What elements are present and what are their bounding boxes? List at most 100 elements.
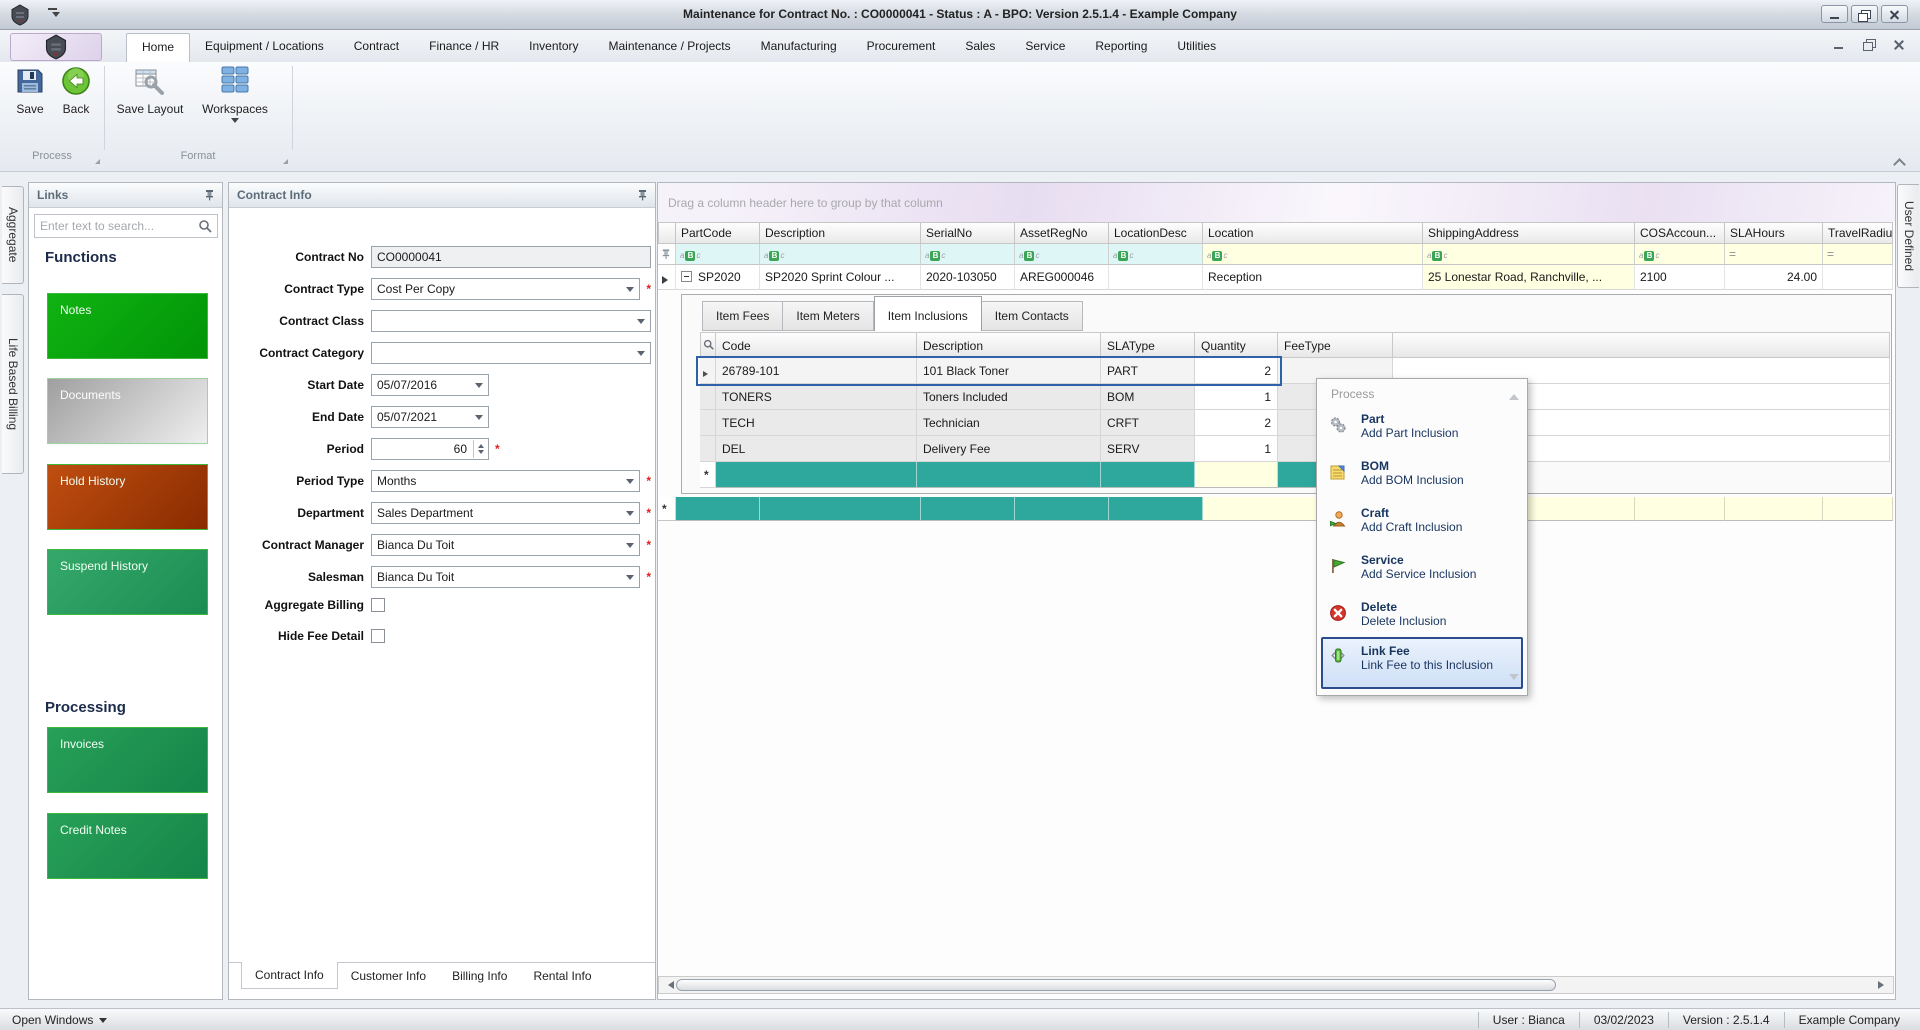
mdi-minimize-button[interactable]	[1832, 38, 1846, 52]
search-input[interactable]	[40, 218, 192, 234]
col-travelradius[interactable]: TravelRadiu	[1823, 222, 1893, 244]
dcell-slatype[interactable]: BOM	[1101, 384, 1195, 410]
search-icon[interactable]	[198, 219, 212, 236]
cell-travelradius[interactable]	[1823, 265, 1893, 290]
dcell-quantity[interactable]: 2	[1195, 410, 1278, 436]
menu-item-service[interactable]: Service Add Service Inclusion	[1323, 553, 1521, 597]
department-combo[interactable]: Sales Department	[371, 502, 640, 524]
dcell-description[interactable]: Technician	[917, 410, 1101, 436]
dcol-feetype[interactable]: FeeType	[1278, 332, 1393, 358]
invoices-button[interactable]: Invoices	[47, 727, 208, 793]
filter-location[interactable]: aBc	[1203, 244, 1423, 265]
horizontal-scrollbar[interactable]	[658, 976, 1894, 994]
cell-assetregno[interactable]: AREG000046	[1015, 265, 1109, 290]
ribbon-tab-contract[interactable]: Contract	[339, 33, 414, 62]
dcell-slatype[interactable]: CRFT	[1101, 410, 1195, 436]
new-dcell-description[interactable]	[917, 462, 1101, 488]
menu-item-part[interactable]: Part Add Part Inclusion	[1323, 412, 1521, 456]
cell-serialno[interactable]: 2020-103050	[921, 265, 1015, 290]
save-layout-button[interactable]: Save Layout	[110, 66, 190, 116]
dcell-code[interactable]: DEL	[716, 436, 917, 462]
save-button[interactable]: Save	[8, 66, 52, 116]
ribbon-tab-equipment-locations[interactable]: Equipment / Locations	[190, 33, 339, 62]
cell-partcode[interactable]: SP2020	[676, 265, 760, 290]
side-tab-user-defined[interactable]: User Defined	[1897, 184, 1919, 288]
end-date-picker[interactable]: 05/07/2021	[371, 406, 489, 428]
mdi-restore-button[interactable]	[1862, 38, 1876, 52]
application-menu-button[interactable]	[10, 33, 102, 61]
contract-category-combo[interactable]	[371, 342, 651, 364]
ribbon-tab-inventory[interactable]: Inventory	[514, 33, 593, 62]
minimize-button[interactable]	[1821, 5, 1848, 23]
filter-assetregno[interactable]: aBc	[1015, 244, 1109, 265]
dcell-code[interactable]: TECH	[716, 410, 917, 436]
tab-rental-info[interactable]: Rental Info	[520, 963, 604, 989]
period-stepper[interactable]: 60	[371, 438, 489, 460]
col-partcode[interactable]: PartCode	[676, 222, 760, 244]
cell-cosaccount[interactable]: 2100	[1635, 265, 1725, 290]
col-slahours[interactable]: SLAHours	[1725, 222, 1823, 244]
filter-cosaccount[interactable]: aBc	[1635, 244, 1725, 265]
restore-button[interactable]	[1851, 5, 1878, 23]
filter-travelradius[interactable]: =	[1823, 244, 1893, 265]
documents-button[interactable]: Documents	[47, 378, 208, 444]
menu-item-craft[interactable]: Craft Add Craft Inclusion	[1323, 506, 1521, 550]
dcell-quantity[interactable]: 1	[1195, 384, 1278, 410]
col-description[interactable]: Description	[760, 222, 921, 244]
cell-description[interactable]: SP2020 Sprint Colour ...	[760, 265, 921, 290]
open-windows-button[interactable]: Open Windows	[12, 1013, 107, 1027]
back-button[interactable]: Back	[54, 66, 98, 116]
dcell-code[interactable]: TONERS	[716, 384, 917, 410]
dcell-slatype[interactable]: PART	[1101, 358, 1195, 384]
suspend-history-button[interactable]: Suspend History	[47, 549, 208, 615]
hold-history-button[interactable]: Hold History	[47, 464, 208, 530]
dcell-quantity[interactable]: 1	[1195, 436, 1278, 462]
salesman-combo[interactable]: Bianca Du Toit	[371, 566, 640, 588]
scroll-right-icon[interactable]	[1878, 981, 1888, 989]
dcell-description[interactable]: 101 Black Toner	[917, 358, 1101, 384]
credit-notes-button[interactable]: Credit Notes	[47, 813, 208, 879]
outer-new-cell-description[interactable]	[760, 497, 921, 521]
filter-shippingaddress[interactable]: aBc	[1423, 244, 1635, 265]
dcol-code[interactable]: Code	[716, 332, 917, 358]
menu-item-bom[interactable]: BOM Add BOM Inclusion	[1323, 459, 1521, 503]
ribbon-tab-utilities[interactable]: Utilities	[1162, 33, 1231, 62]
cell-location[interactable]: Reception	[1203, 265, 1423, 290]
filter-slahours[interactable]: =	[1725, 244, 1823, 265]
outer-new-cell-travelradius[interactable]	[1823, 497, 1893, 521]
pin-icon[interactable]	[204, 189, 215, 204]
dcell-code[interactable]: 26789-101	[716, 358, 917, 384]
menu-scroll-up-icon[interactable]	[1509, 389, 1519, 400]
dcell-description[interactable]: Delivery Fee	[917, 436, 1101, 462]
contract-no-field[interactable]: CO0000041	[371, 246, 651, 268]
collapse-row-icon[interactable]	[681, 271, 692, 282]
menu-scroll-down-icon[interactable]	[1509, 674, 1519, 685]
outer-new-cell-slahours[interactable]	[1725, 497, 1823, 521]
scrollbar-thumb[interactable]	[676, 979, 1556, 991]
ribbon-tab-procurement[interactable]: Procurement	[852, 33, 951, 62]
filter-description[interactable]: aBc	[760, 244, 921, 265]
mdi-close-button[interactable]	[1892, 38, 1906, 52]
cell-shippingaddress[interactable]: 25 Lonestar Road, Ranchville, ...	[1423, 265, 1635, 290]
dcol-slatype[interactable]: SLAType	[1101, 332, 1195, 358]
outer-new-cell-assetregno[interactable]	[1015, 497, 1109, 521]
notes-button[interactable]: Notes	[47, 293, 208, 359]
filter-locationdesc[interactable]: aBc	[1109, 244, 1203, 265]
close-button[interactable]	[1881, 5, 1908, 23]
col-shippingaddress[interactable]: ShippingAddress	[1423, 222, 1635, 244]
hide-fee-detail-checkbox[interactable]	[371, 629, 385, 643]
menu-item-link-fee[interactable]: Link Fee Link Fee to this Inclusion	[1321, 637, 1523, 689]
scroll-left-icon[interactable]	[664, 981, 674, 989]
start-date-picker[interactable]: 05/07/2016	[371, 374, 489, 396]
cell-slahours[interactable]: 24.00	[1725, 265, 1823, 290]
tab-customer-info[interactable]: Customer Info	[338, 963, 439, 989]
dcell-slatype[interactable]: SERV	[1101, 436, 1195, 462]
ribbon-tab-reporting[interactable]: Reporting	[1080, 33, 1162, 62]
ribbon-tab-maintenance-projects[interactable]: Maintenance / Projects	[594, 33, 746, 62]
ribbon-tab-finance-hr[interactable]: Finance / HR	[414, 33, 514, 62]
col-serialno[interactable]: SerialNo	[921, 222, 1015, 244]
pin-icon[interactable]	[637, 189, 648, 204]
tab-item-fees[interactable]: Item Fees	[702, 301, 783, 331]
dcol-quantity[interactable]: Quantity	[1195, 332, 1278, 358]
contract-class-combo[interactable]	[371, 310, 651, 332]
